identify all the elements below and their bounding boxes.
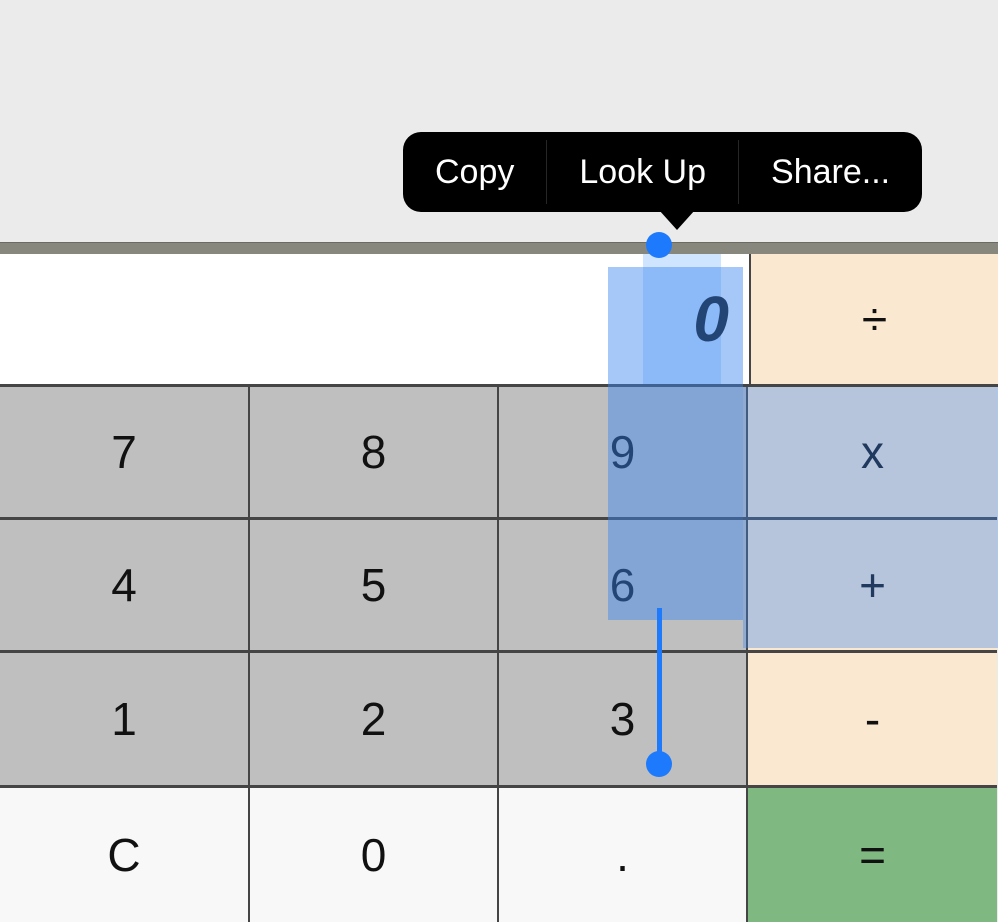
selection-caret — [657, 608, 662, 756]
key-plus[interactable]: + — [748, 520, 997, 653]
key-6[interactable]: 6 — [499, 520, 748, 653]
key-clear[interactable]: C — [0, 788, 250, 922]
key-4[interactable]: 4 — [0, 520, 250, 653]
display[interactable]: 0 — [0, 254, 749, 384]
key-equals[interactable]: = — [748, 788, 997, 922]
key-decimal[interactable]: . — [499, 788, 748, 922]
keypad: 7 8 9 x 4 5 6 + 1 2 3 - C 0 . = — [0, 384, 998, 922]
context-share[interactable]: Share... — [739, 132, 922, 212]
top-divider — [0, 242, 998, 254]
key-7[interactable]: 7 — [0, 387, 250, 520]
display-value: 0 — [683, 282, 749, 356]
selection-handle-start[interactable] — [646, 232, 672, 258]
key-8[interactable]: 8 — [250, 387, 499, 520]
key-5[interactable]: 5 — [250, 520, 499, 653]
key-9[interactable]: 9 — [499, 387, 748, 520]
context-copy[interactable]: Copy — [403, 132, 546, 212]
key-multiply[interactable]: x — [748, 387, 997, 520]
context-menu-tail — [659, 210, 695, 230]
key-1[interactable]: 1 — [0, 653, 250, 788]
selection-handle-end[interactable] — [646, 751, 672, 777]
context-menu[interactable]: Copy Look Up Share... — [403, 132, 922, 212]
key-3[interactable]: 3 — [499, 653, 748, 788]
key-minus[interactable]: - — [748, 653, 997, 788]
context-look-up[interactable]: Look Up — [547, 132, 738, 212]
key-2[interactable]: 2 — [250, 653, 499, 788]
display-row: 0 ÷ — [0, 254, 998, 384]
key-divide[interactable]: ÷ — [749, 254, 998, 384]
key-0[interactable]: 0 — [250, 788, 499, 922]
